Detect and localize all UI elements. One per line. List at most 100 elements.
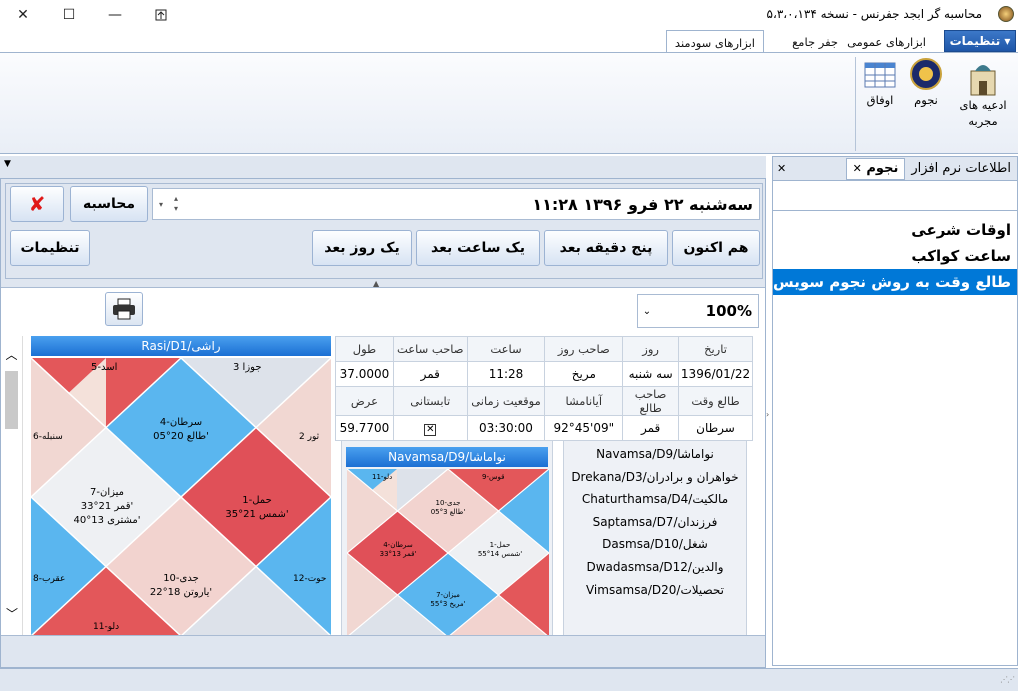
nojum-label: نجوم [914,93,938,107]
five-min-button[interactable]: پنج دقیقه بعد [544,230,668,266]
table-header: ساعت [466,336,546,362]
rasi-house-left: 7-میزان قمر 21°33' مشتری 13°40' [67,486,147,528]
settings-menu-label: تنظیمات [949,34,1001,48]
list-item[interactable]: Drekana/D3/خواهران و برادران [564,466,746,489]
rasi-house-top: 4-سرطان طالع 20°05' [141,416,221,444]
rasi-house-label: 2 ثور [299,432,320,442]
main-panel: ▾ ▴ ▾ سه‌شنبه ۲۲ فرو ۱۳۹۶ ۱۱:۲۸ محاسبه ✘ … [0,178,766,668]
rasi-sign-label: 7-میزان [90,487,124,498]
scroll-thumb[interactable] [5,371,18,429]
datetime-picker[interactable]: ▾ ▴ ▾ سه‌شنبه ۲۲ فرو ۱۳۹۶ ۱۱:۲۸ [152,188,760,220]
navamsa-house-bottom: 7-میزان مریخ 3°55' [418,591,478,609]
window-title: محاسبه گر ابجد جفرنس - نسخه ۵،۳،۰،۱۳۴ [766,7,982,21]
restore-down-button[interactable] [138,0,184,30]
table-cell: قمر [392,361,468,387]
list-item-selected[interactable]: طالع وقت به روش نجوم سویس [773,269,1017,295]
zoom-select[interactable]: ⌄ 100% [637,294,759,328]
tab-jafr[interactable]: جفر جامع [784,30,846,53]
dropdown-arrow-icon[interactable]: ▾ [153,200,169,209]
navamsa-house-label: 11-دلو [372,473,393,481]
close-button[interactable]: ✕ [0,0,46,30]
dst-checkbox[interactable]: ✕ [424,423,437,436]
x-icon: ✘ [28,192,46,216]
navamsa-house-label: 9-قوس [482,473,505,481]
table-header: تابستانی [392,386,468,416]
navamsa-sign-label: 10-جدی [435,499,461,507]
datetime-value: سه‌شنبه ۲۲ فرو ۱۳۹۶ ۱۱:۲۸ [532,194,753,214]
mosque-icon [970,65,996,96]
scroll-down-icon[interactable]: ﹀ [1,605,23,622]
list-item[interactable]: Vimsamsa/D20/تحصیلات [564,579,746,602]
table-header: روز [622,336,680,362]
calculate-button[interactable]: محاسبه [70,186,148,222]
maximize-button[interactable]: ☐ [46,0,92,30]
zodiac-icon [910,58,942,90]
right-list: اوقات شرعی ساعت کواکب طالع وقت به روش نج… [773,217,1017,295]
dst-checkbox-cell: ✕ [392,415,468,441]
table-header: موقعیت زمانی [466,386,546,416]
settings-button[interactable]: تنظیمات [10,230,90,266]
spinner-icon[interactable]: ▴ ▾ [169,194,183,214]
navamsa-house-right: 1-حمل شمس 14°55' [470,541,530,559]
rasi-house-label: 11-دلو [93,622,120,632]
one-hour-button[interactable]: یک ساعت بعد [416,230,540,266]
rasi-sign-label: 10-جدی [163,573,199,584]
one-day-button[interactable]: یک روز بعد [312,230,412,266]
navamsa-planet-label: طالع 3°05' [430,508,466,516]
tab-general-tools[interactable]: ابزارهای عمومی [839,30,934,53]
table-header: عرض [335,386,394,416]
ribbon-panel: ادعیه های مجربه نجوم اوفاق [0,52,1018,154]
tab-nojum[interactable]: نجوم ✕ [845,157,906,180]
side-panel: اطلاعات نرم افزار نجوم ✕ ✕ اوقات شرعی سا… [772,156,1018,666]
tab-software-info[interactable]: اطلاعات نرم افزار [905,161,1017,176]
table-header: صاحب روز [544,336,624,362]
table-header: صاحب ساعت [392,336,468,362]
list-item[interactable]: ساعت کواکب [773,243,1017,269]
close-icon[interactable]: ✕ [777,162,786,175]
vertical-scrollbar[interactable]: ︿ ﹀ [1,336,23,636]
navamsa-sign-label: 1-حمل [489,541,511,549]
now-button[interactable]: هم اکنون [672,230,760,266]
scroll-up-icon[interactable]: ︿ [1,346,22,363]
chevron-down-icon[interactable]: ▼ [4,159,11,169]
printer-icon [113,298,135,320]
status-bar: ⋰⋰ [0,668,1018,691]
table-cell: مریخ [544,361,624,387]
rasi-sign-label: 4-سرطان [159,417,203,428]
bottom-strip [1,635,765,665]
list-item[interactable]: Saptamsa/D7/فرزندان [564,511,746,534]
list-item[interactable]: اوقات شرعی [773,217,1017,243]
list-item[interactable]: Dasmsa/D10/شغل [564,533,746,556]
adie-button[interactable]: ادعیه های مجربه [954,57,1012,141]
list-item[interactable]: Dwadasmsa/D12/والدین [564,556,746,579]
table-header: صاحب طالع [622,386,680,416]
navamsa-title: Navamsa/D9/نواماشا [346,447,548,467]
list-item[interactable]: Navamsa/D9/نواماشا [564,443,746,466]
minimize-button[interactable]: — [92,0,138,30]
title-bar: ✕ ☐ — محاسبه گر ابجد جفرنس - نسخه ۵،۳،۰،… [0,0,1018,30]
rasi-planet-label: شمس 21°35' [225,509,289,520]
table-cell: 59.7700 [335,415,394,441]
navamsa-box: Navamsa/D9/نواماشا 10-جدی طالع 3°05' 1-ح… [341,440,553,637]
owfaq-button[interactable]: اوفاق [860,57,900,141]
print-button[interactable] [105,292,143,326]
resize-grip-icon[interactable]: ⋰⋰ [1000,675,1015,684]
nojum-button[interactable]: نجوم [906,57,946,141]
ribbon-tabs: تنظیمات ▾ ابزارهای عمومی جفر جامع ابزاره… [0,30,1018,54]
splitter-handle[interactable]: › [766,410,772,430]
tab-nojum-label: نجوم [866,161,899,176]
table-cell: سه شنبه [622,361,680,387]
left-panel-strip: ▼ [0,156,766,178]
cancel-button[interactable]: ✘ [10,186,64,222]
table-cell: 37.0000 [335,361,394,387]
list-item[interactable]: Chaturthamsa/D4/مالکیت [564,488,746,511]
close-icon[interactable]: ✕ [853,162,862,175]
table-header: طول [335,336,394,362]
tab-useful-tools[interactable]: ابزارهای سودمند [665,30,764,54]
rasi-house-bottom: 10-جدی یاروتن 18°22' [141,572,221,600]
settings-menu-button[interactable]: تنظیمات ▾ [944,30,1016,52]
rasi-chart: Rasi/D1/راشی 4-سرطان طالع 20°05' 7-میزان… [31,336,331,636]
table-row: 37.0000 قمر 11:28 مریخ سه شنبه 1396/01/2… [335,361,753,387]
pin-icon [155,9,167,21]
search-strip [773,181,1017,211]
